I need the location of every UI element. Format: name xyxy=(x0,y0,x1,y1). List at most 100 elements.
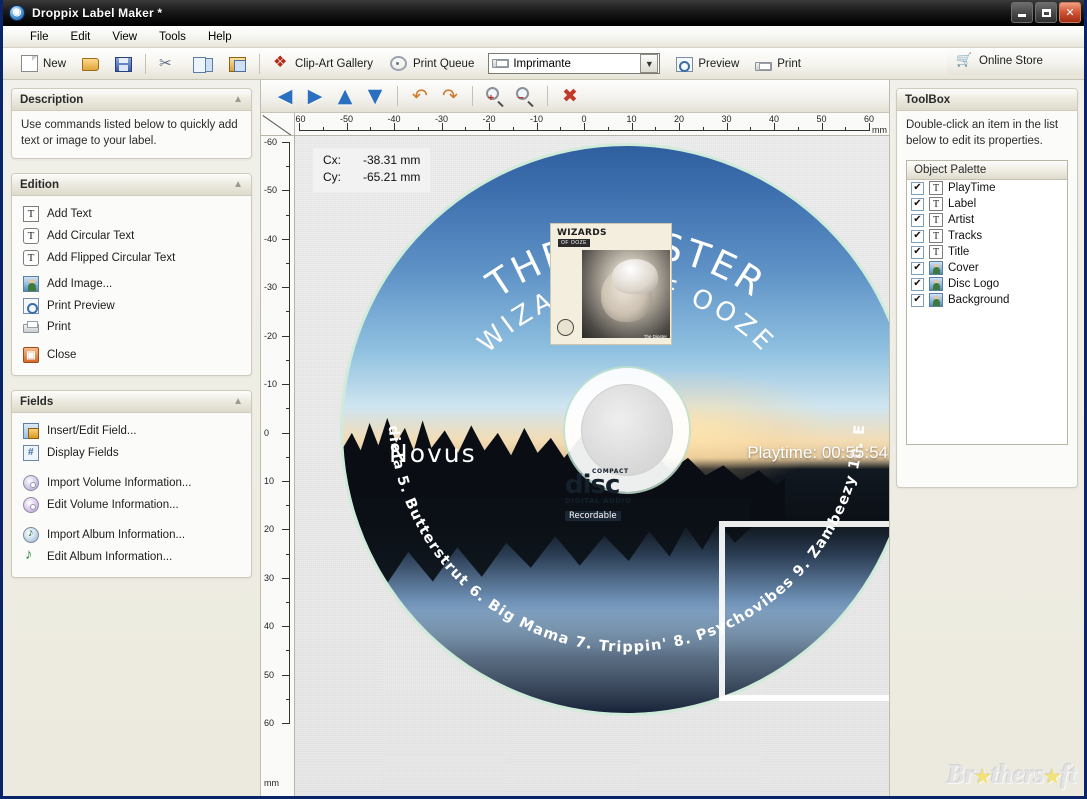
ruler-v-tick xyxy=(286,263,290,264)
chevron-up-icon[interactable]: ▲ xyxy=(233,179,243,190)
ruler-h-label: 10 xyxy=(626,114,636,124)
import-album-information-command[interactable]: Import Album Information... xyxy=(21,524,242,546)
paste-button[interactable] xyxy=(221,52,254,76)
canvas-area: ◀ ▶ ▲ ▼ ↶ ↷ + − xyxy=(261,80,1084,796)
ruler-h-tick xyxy=(822,123,823,131)
cd-logo-recordable-badge: Recordable xyxy=(565,511,621,521)
fields-panel-header[interactable]: Fields ▲ xyxy=(12,391,251,413)
zoom-out-button[interactable]: − xyxy=(511,83,539,109)
insert-edit-field-command[interactable]: Insert/Edit Field... xyxy=(21,420,242,442)
album-import-icon xyxy=(23,527,39,543)
move-right-button[interactable]: ▶ xyxy=(301,83,329,109)
ruler-v-tick xyxy=(282,481,290,482)
ruler-h-tick xyxy=(845,127,846,131)
close-button[interactable]: ✕ xyxy=(1059,2,1081,23)
disc-playtime-text[interactable]: Playtime: 00:55:54 xyxy=(747,443,888,463)
description-panel-header[interactable]: Description ▲ xyxy=(12,89,251,111)
ruler-v-tick xyxy=(282,626,290,627)
new-button[interactable]: New xyxy=(13,52,74,76)
checkbox-disc-logo[interactable] xyxy=(911,278,924,291)
close-command[interactable]: ▣ Close xyxy=(21,344,242,366)
chevron-down-icon[interactable]: ▼ xyxy=(640,54,658,73)
ruler-h-tick xyxy=(513,127,514,131)
object-palette-item-playtime[interactable]: T PlayTime xyxy=(907,180,1067,196)
object-palette-item-background[interactable]: Background xyxy=(907,292,1067,308)
menu-file[interactable]: File xyxy=(19,28,60,46)
ruler-corner xyxy=(261,113,295,136)
arrow-left-icon: ◀ xyxy=(278,87,293,106)
add-text-command[interactable]: T Add Text xyxy=(21,203,242,225)
disc-import-icon xyxy=(23,475,39,491)
add-circular-text-command[interactable]: T Add Circular Text xyxy=(21,225,242,247)
design-canvas[interactable]: Cx: -38.31 mm Cy: -65.21 mm xyxy=(295,136,889,796)
delete-button[interactable]: ✖ xyxy=(556,83,584,109)
object-palette-item-artist[interactable]: T Artist xyxy=(907,212,1067,228)
disc-logo-compact-disc[interactable]: COMPACT disc DIGITAL AUDIO Recordable xyxy=(565,468,643,523)
print-command-label: Print xyxy=(47,321,71,333)
right-tool-pane: ToolBox Double-click an item in the list… xyxy=(889,80,1084,796)
minimize-button[interactable] xyxy=(1011,2,1033,23)
toolbar-separator xyxy=(259,54,260,74)
object-palette-item-tracks[interactable]: T Tracks xyxy=(907,228,1067,244)
move-left-button[interactable]: ◀ xyxy=(271,83,299,109)
checkbox-title[interactable] xyxy=(911,246,924,259)
edit-volume-information-command[interactable]: Edit Volume Information... xyxy=(21,494,242,516)
cd-logo-disc-text: disc xyxy=(565,474,643,496)
undo-button[interactable]: ↶ xyxy=(406,83,434,109)
object-palette-item-cover[interactable]: Cover xyxy=(907,260,1067,276)
move-down-button[interactable]: ▼ xyxy=(361,83,389,109)
checkbox-artist[interactable] xyxy=(911,214,924,227)
checkbox-background[interactable] xyxy=(911,294,924,307)
print-queue-button[interactable]: Print Queue xyxy=(381,52,482,76)
menu-help[interactable]: Help xyxy=(197,28,243,46)
ruler-v-label: -30 xyxy=(264,282,277,292)
checkbox-tracks[interactable] xyxy=(911,230,924,243)
chevron-up-icon[interactable]: ▲ xyxy=(233,94,243,105)
object-palette-list[interactable]: Object Palette T PlayTime T Label xyxy=(906,160,1068,445)
ruler-v-label: -40 xyxy=(264,234,277,244)
menu-edit[interactable]: Edit xyxy=(60,28,102,46)
toolbox-title: ToolBox xyxy=(905,94,950,106)
zoom-in-button[interactable]: + xyxy=(481,83,509,109)
copy-icon xyxy=(196,58,213,72)
edit-album-information-command[interactable]: Edit Album Information... xyxy=(21,546,242,568)
checkbox-cover[interactable] xyxy=(911,262,924,275)
circular-text-icon: T xyxy=(929,229,943,243)
checkbox-label[interactable] xyxy=(911,198,924,211)
ruler-v-label: 40 xyxy=(264,621,274,631)
object-palette-item-title[interactable]: T Title xyxy=(907,244,1067,260)
online-store-button[interactable]: Online Store xyxy=(947,47,1084,75)
ruler-h-tick xyxy=(299,123,300,131)
edition-panel-header[interactable]: Edition ▲ xyxy=(12,174,251,196)
object-palette-item-label[interactable]: T Label xyxy=(907,196,1067,212)
disc-artist-text[interactable]: Novus xyxy=(389,439,477,468)
disc-cover-image[interactable]: WIZARDS OF OOZE The Dipster xyxy=(550,223,672,345)
maximize-button[interactable] xyxy=(1035,2,1057,23)
printer-select[interactable]: Imprimante ▼ xyxy=(488,53,660,74)
save-button[interactable] xyxy=(107,52,140,76)
ruler-v-tick xyxy=(282,675,290,676)
copy-button[interactable] xyxy=(184,52,221,76)
clipart-gallery-button[interactable]: Clip-Art Gallery xyxy=(265,52,381,76)
display-fields-command[interactable]: Display Fields xyxy=(21,442,242,464)
chevron-up-icon[interactable]: ▲ xyxy=(233,396,243,407)
import-volume-information-command[interactable]: Import Volume Information... xyxy=(21,472,242,494)
object-palette-item-disc-logo[interactable]: Disc Logo xyxy=(907,276,1067,292)
print-command[interactable]: Print xyxy=(21,317,242,336)
cut-button[interactable] xyxy=(151,52,184,76)
add-image-command[interactable]: Add Image... xyxy=(21,273,242,295)
checkbox-playtime[interactable] xyxy=(911,182,924,195)
add-flipped-circular-text-command[interactable]: T Add Flipped Circular Text xyxy=(21,247,242,269)
print-button[interactable]: Print xyxy=(747,52,809,76)
print-preview-command[interactable]: Print Preview xyxy=(21,295,242,317)
open-button[interactable] xyxy=(74,52,107,76)
redo-button[interactable]: ↷ xyxy=(436,83,464,109)
menu-view[interactable]: View xyxy=(101,28,148,46)
preview-button[interactable]: Preview xyxy=(666,52,747,76)
ruler-h-tick xyxy=(442,123,443,131)
arrow-down-icon: ▼ xyxy=(368,87,383,106)
cd-label-preview[interactable]: THE DIPSTER WIZARDS OF OOZE 1. Fuzzball … xyxy=(343,146,889,713)
menu-tools[interactable]: Tools xyxy=(148,28,197,46)
move-up-button[interactable]: ▲ xyxy=(331,83,359,109)
printer-icon xyxy=(492,59,509,68)
